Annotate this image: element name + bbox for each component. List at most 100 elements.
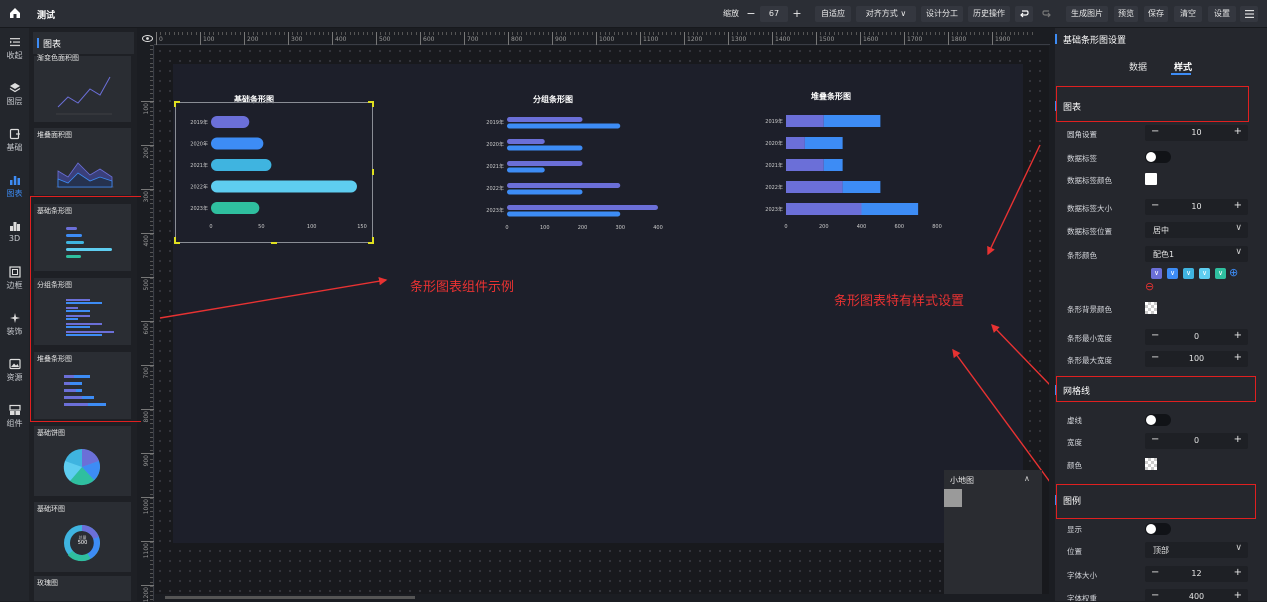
plus-button[interactable]: + — [1234, 330, 1242, 341]
legend-font-size-stepper[interactable]: −12 + — [1145, 566, 1248, 582]
selection-frame[interactable] — [175, 102, 373, 243]
x-tick-label: 0 — [505, 225, 508, 231]
bar — [507, 183, 621, 188]
grid-color-label: 颜色 — [1067, 461, 1082, 470]
data-label-color-label: 数据标签颜色 — [1067, 176, 1112, 185]
bar — [507, 189, 583, 195]
grid-width-stepper[interactable]: −0 + — [1145, 433, 1248, 449]
remove-color-icon[interactable]: ⊖ — [1145, 280, 1154, 293]
data-label-color-swatch[interactable] — [1145, 173, 1157, 185]
bar — [823, 115, 881, 127]
highlight-legend-section — [1056, 484, 1256, 519]
select-value: 配色1 — [1153, 250, 1175, 259]
scroll-thumb[interactable] — [165, 596, 415, 599]
highlight-grid-section — [1056, 376, 1256, 402]
bar-color-label: 条形颜色 — [1067, 251, 1097, 260]
grid-width-label: 宽度 — [1067, 438, 1082, 447]
radius-stepper[interactable]: −10 + — [1145, 125, 1248, 141]
resize-handle[interactable] — [372, 237, 374, 243]
resize-handle[interactable] — [372, 101, 374, 107]
chevron-down-icon: ∨ — [1235, 247, 1242, 257]
bar-bg-color-swatch[interactable] — [1145, 302, 1157, 314]
tab-style[interactable]: 样式 — [1174, 60, 1192, 73]
bar-min-width-stepper[interactable]: −0 + — [1145, 329, 1248, 345]
stepper-value: 400 — [1188, 592, 1205, 601]
legend-show-toggle[interactable] — [1145, 523, 1171, 535]
bar-max-width-label: 条形最大宽度 — [1067, 356, 1112, 365]
data-label-label: 数据标签 — [1067, 154, 1097, 163]
tab-underline — [1171, 73, 1191, 75]
plus-button[interactable]: + — [1234, 126, 1242, 137]
stepper-value: 0 — [1193, 436, 1200, 445]
dashed-toggle[interactable] — [1145, 414, 1171, 426]
legend-font-weight-stepper[interactable]: −400 + — [1145, 589, 1248, 601]
data-label-size-stepper[interactable]: −10 + — [1145, 199, 1248, 215]
x-tick-label: 200 — [819, 224, 829, 230]
minimap[interactable]: 小地图 ∧ — [944, 470, 1042, 598]
bar — [861, 203, 919, 215]
bar — [507, 205, 658, 210]
category-label: 2023年 — [486, 207, 504, 214]
resize-handle[interactable] — [271, 242, 277, 244]
bar — [786, 203, 862, 215]
chevron-down-icon: ∨ — [1235, 543, 1242, 553]
resize-handle[interactable] — [174, 237, 176, 243]
radius-label: 圆角设置 — [1067, 130, 1097, 139]
chart-title: 分组条形图 — [533, 94, 573, 104]
color-chip-1[interactable]: ∨ — [1151, 268, 1162, 279]
resize-handle[interactable] — [372, 169, 374, 175]
minimap-viewport[interactable] — [944, 489, 962, 507]
bar — [507, 117, 583, 122]
resize-handle[interactable] — [174, 101, 176, 107]
category-label: 2020年 — [765, 140, 783, 147]
bar — [507, 167, 545, 173]
bar-max-width-stepper[interactable]: −100 + — [1145, 351, 1248, 367]
category-label: 2020年 — [486, 141, 504, 148]
bar — [823, 159, 843, 171]
data-label-pos-select[interactable]: 居中 ∨ — [1145, 222, 1248, 238]
chevron-down-icon: ∨ — [1235, 223, 1242, 233]
bar-bg-color-label: 条形背景颜色 — [1067, 305, 1112, 314]
data-label-size-label: 数据标签大小 — [1067, 204, 1112, 213]
bar-color-select[interactable]: 配色1 ∨ — [1145, 246, 1248, 262]
x-tick-label: 0 — [784, 224, 787, 230]
accent-bar — [1055, 34, 1057, 44]
bar — [786, 159, 824, 171]
select-value: 顶部 — [1153, 546, 1169, 555]
properties-header: 基础条形图设置 — [1055, 32, 1267, 46]
bar — [786, 137, 805, 149]
dashed-label: 虚线 — [1067, 416, 1082, 425]
color-chip-2[interactable]: ∨ — [1167, 268, 1178, 279]
bar — [804, 137, 843, 149]
chevron-up-icon[interactable]: ∧ — [1024, 474, 1030, 483]
tab-data[interactable]: 数据 — [1129, 60, 1147, 73]
plus-button[interactable]: + — [1234, 590, 1242, 601]
bar — [507, 145, 583, 151]
color-chip-3[interactable]: ∨ — [1183, 268, 1194, 279]
x-tick-label: 300 — [615, 225, 625, 231]
plus-button[interactable]: + — [1234, 200, 1242, 211]
legend-pos-select[interactable]: 顶部 ∨ — [1145, 542, 1248, 558]
bar — [507, 161, 583, 166]
color-chip-5[interactable]: ∨ — [1215, 268, 1226, 279]
plus-button[interactable]: + — [1234, 352, 1242, 363]
plus-button[interactable]: + — [1234, 567, 1242, 578]
x-tick-label: 600 — [894, 224, 904, 230]
category-label: 2022年 — [765, 184, 783, 191]
x-tick-label: 800 — [932, 224, 942, 230]
bar — [507, 123, 621, 129]
add-color-icon[interactable]: ⊕ — [1229, 266, 1238, 279]
legend-font-size-label: 字体大小 — [1067, 571, 1097, 580]
stepper-value: 10 — [1191, 202, 1202, 211]
color-chip-4[interactable]: ∨ — [1199, 268, 1210, 279]
legend-pos-label: 位置 — [1067, 547, 1082, 556]
category-label: 2021年 — [765, 162, 783, 169]
bar — [842, 181, 881, 193]
annotation-left: 条形图表组件示例 — [410, 280, 515, 295]
horizontal-scrollbar[interactable] — [155, 594, 1049, 601]
category-label: 2023年 — [765, 206, 783, 213]
plus-button[interactable]: + — [1234, 434, 1242, 445]
grid-color-swatch[interactable] — [1145, 458, 1157, 470]
data-label-toggle[interactable] — [1145, 151, 1171, 163]
legend-font-weight-label: 字体权重 — [1067, 594, 1097, 601]
